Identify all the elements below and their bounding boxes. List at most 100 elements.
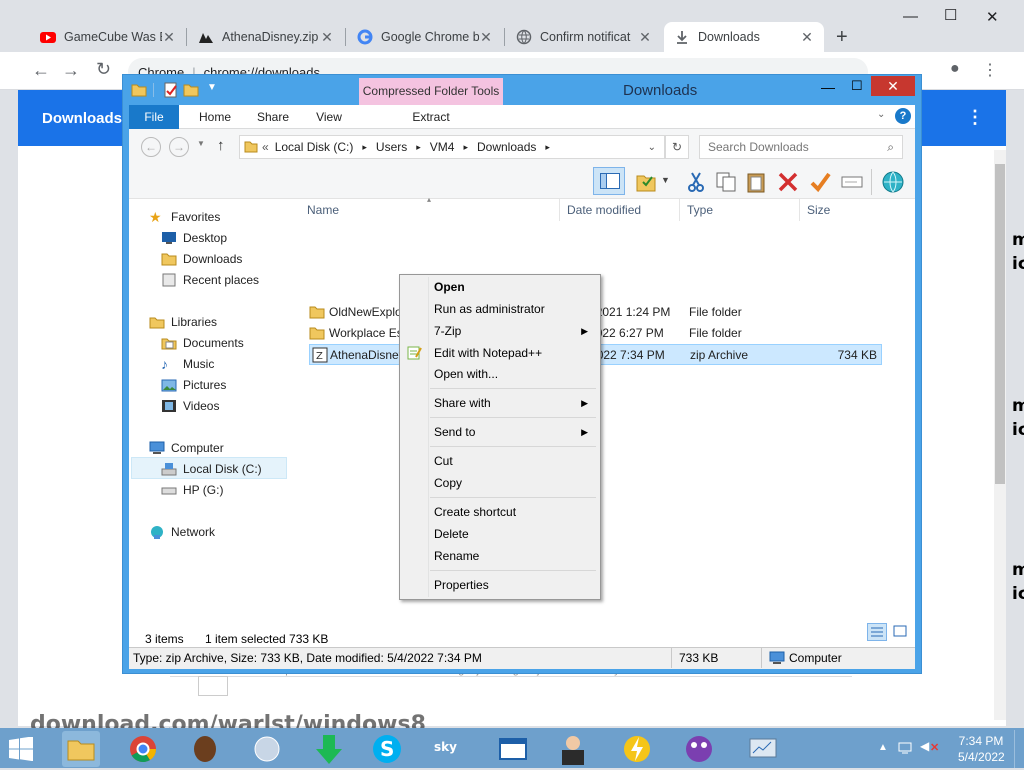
chrome-taskbar-button[interactable] <box>124 731 162 767</box>
reload-button[interactable]: ↻ <box>96 59 111 80</box>
close-icon[interactable]: ✕ <box>638 29 652 46</box>
app-taskbar-button[interactable] <box>744 731 782 767</box>
delete-icon[interactable] <box>777 171 799 193</box>
menu-item-run-as-admin[interactable]: Run as administrator <box>434 299 594 319</box>
start-windows-icon[interactable] <box>8 737 34 761</box>
column-size[interactable]: Size <box>807 203 830 217</box>
tab-share[interactable]: Share <box>247 105 299 129</box>
maximize-button[interactable]: ☐ <box>944 6 957 24</box>
volume-icon[interactable]: ◀ <box>920 739 929 753</box>
nav-music[interactable]: ♪ Music <box>161 354 214 374</box>
forward-button[interactable]: → <box>62 60 80 81</box>
chevron-down-icon[interactable]: ▼ <box>661 175 670 185</box>
nav-videos[interactable]: Videos <box>161 396 219 416</box>
tab-mediafire[interactable]: AthenaDisney.zip ✕ <box>188 22 344 52</box>
nav-recent-places[interactable]: Recent places <box>161 270 259 290</box>
tab-youtube[interactable]: GameCube Was B ✕ <box>30 22 186 52</box>
page-scrollbar[interactable] <box>994 150 1006 720</box>
breadcrumb-downloads[interactable]: Downloads <box>477 140 536 154</box>
menu-item-7zip[interactable]: 7-Zip ▶ <box>434 321 594 341</box>
new-folder-icon[interactable] <box>183 82 199 98</box>
nav-downloads[interactable]: Downloads <box>161 249 242 269</box>
nav-pictures[interactable]: Pictures <box>161 375 226 395</box>
minimize-button[interactable]: — <box>821 79 835 95</box>
close-icon[interactable]: ✕ <box>162 29 176 46</box>
column-date-modified[interactable]: Date modified <box>567 203 641 217</box>
menu-item-rename[interactable]: Rename <box>434 546 594 566</box>
back-button[interactable]: ← <box>32 60 50 81</box>
nav-computer[interactable]: Computer <box>149 438 224 458</box>
skype-taskbar-button[interactable]: S <box>368 731 406 767</box>
menu-item-share-with[interactable]: Share with ▶ <box>434 393 594 413</box>
close-icon[interactable]: ✕ <box>800 29 814 46</box>
profile-icon[interactable]: ● <box>950 60 960 78</box>
close-window-button[interactable]: ✕ <box>871 76 915 96</box>
close-icon[interactable]: ✕ <box>320 29 334 46</box>
maximize-button[interactable]: ☐ <box>851 78 863 94</box>
search-input[interactable]: Search Downloads ⌕ <box>699 135 903 159</box>
clock-date[interactable]: 5/4/2022 <box>958 750 1005 764</box>
nav-libraries[interactable]: Libraries <box>149 312 217 332</box>
breadcrumb-local-disk[interactable]: Local Disk (C:) <box>275 140 354 154</box>
app-taskbar-button[interactable] <box>618 731 656 767</box>
checkmark-icon[interactable] <box>809 171 831 193</box>
copy-icon[interactable] <box>715 171 737 193</box>
new-tab-button[interactable]: + <box>836 26 848 49</box>
network-globe-icon[interactable] <box>881 170 905 194</box>
tab-confirm-notification[interactable]: Confirm notificat ✕ <box>506 22 662 52</box>
clock-time[interactable]: 7:34 PM <box>958 734 1004 748</box>
download-taskbar-button[interactable] <box>310 731 348 767</box>
folder-options-icon[interactable] <box>635 171 657 193</box>
tab-file[interactable]: File <box>129 105 179 129</box>
paste-icon[interactable] <box>745 171 767 193</box>
up-button[interactable]: ↑ <box>217 137 225 154</box>
network-status-icon[interactable] <box>898 741 914 755</box>
tab-view[interactable]: View <box>303 105 355 129</box>
back-button[interactable]: ← <box>141 137 161 157</box>
details-view-button[interactable] <box>867 623 887 641</box>
tray-chevron-icon[interactable]: ▲ <box>878 742 888 753</box>
preview-pane-button[interactable] <box>593 167 625 195</box>
rename-icon[interactable] <box>841 171 863 193</box>
breadcrumb-users[interactable]: Users <box>376 140 407 154</box>
menu-item-cut[interactable]: Cut <box>434 451 594 471</box>
file-explorer-taskbar-button[interactable] <box>62 731 100 767</box>
quick-access-dropdown-icon[interactable]: ▼ <box>207 82 217 93</box>
menu-item-send-to[interactable]: Send to ▶ <box>434 422 594 442</box>
app-taskbar-button[interactable]: sky <box>430 731 468 767</box>
app-taskbar-button[interactable] <box>186 731 224 767</box>
tab-downloads[interactable]: Downloads ✕ <box>664 22 824 52</box>
app-taskbar-button[interactable] <box>248 731 286 767</box>
tab-google[interactable]: Google Chrome b ✕ <box>347 22 503 52</box>
minimize-button[interactable]: — <box>903 8 918 25</box>
app-taskbar-button[interactable] <box>554 731 592 767</box>
breadcrumb-overflow[interactable]: « <box>262 140 269 154</box>
address-bar[interactable]: « Local Disk (C:) ▸ Users ▸ VM4 ▸ Downloads… <box>239 135 665 159</box>
large-icons-view-button[interactable] <box>891 623 911 641</box>
nav-local-disk[interactable]: Local Disk (C:) <box>161 459 262 479</box>
recent-locations-icon[interactable]: ▼ <box>197 139 205 148</box>
chrome-menu-icon[interactable]: ⋮ <box>982 60 998 80</box>
menu-item-open[interactable]: Open <box>434 277 594 297</box>
nav-documents[interactable]: Documents <box>161 333 244 353</box>
menu-item-copy[interactable]: Copy <box>434 473 594 493</box>
nav-favorites[interactable]: ★ Favorites <box>149 207 220 227</box>
menu-item-edit-notepad[interactable]: Edit with Notepad++ <box>434 343 594 363</box>
downloads-menu-icon[interactable]: ⋮ <box>966 107 984 128</box>
ribbon-expand-icon[interactable]: ⌄ <box>877 109 885 120</box>
menu-item-delete[interactable]: Delete <box>434 524 594 544</box>
tab-extract[interactable]: Extract <box>359 105 503 129</box>
menu-item-properties[interactable]: Properties <box>434 575 594 595</box>
properties-icon[interactable] <box>163 82 179 98</box>
nav-network[interactable]: Network <box>149 522 215 542</box>
close-icon[interactable]: ✕ <box>479 29 493 46</box>
show-desktop-button[interactable] <box>1014 730 1024 768</box>
window-taskbar-button[interactable] <box>494 731 532 767</box>
close-window-button[interactable]: ✕ <box>986 8 999 26</box>
app-taskbar-button[interactable] <box>680 731 718 767</box>
help-icon[interactable]: ? <box>895 108 911 124</box>
cut-icon[interactable] <box>685 171 707 193</box>
tab-home[interactable]: Home <box>187 105 243 129</box>
forward-button[interactable]: → <box>169 137 189 157</box>
column-type[interactable]: Type <box>687 203 713 217</box>
